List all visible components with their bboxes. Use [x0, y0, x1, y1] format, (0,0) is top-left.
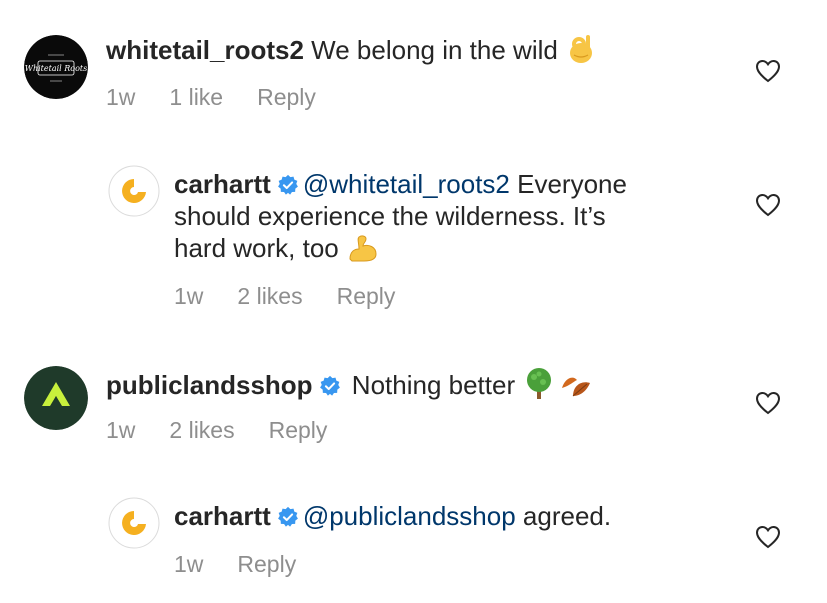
- reply-button[interactable]: Reply: [269, 417, 328, 443]
- comment-body-line3: hard work, too: [174, 233, 339, 263]
- heart-icon[interactable]: [755, 525, 781, 549]
- comment-body: Nothing better: [344, 370, 516, 400]
- comment-body: We belong in the wild: [303, 35, 558, 65]
- comment-time: 1w: [106, 84, 136, 110]
- comment-time: 1w: [174, 283, 204, 309]
- verified-badge-icon: [277, 506, 298, 527]
- fallen-leaf-emoji-icon: [559, 370, 593, 407]
- like-count[interactable]: 1 like: [169, 84, 223, 110]
- verified-badge-icon: [319, 375, 340, 396]
- comment-text: whitetail_roots2 We belong in the wild: [106, 33, 596, 72]
- avatar-carhartt[interactable]: [108, 497, 160, 549]
- comment-meta: 1w Reply: [174, 550, 330, 578]
- comment-body: agreed.: [515, 501, 612, 531]
- comment-meta: 1w 2 likes Reply: [174, 282, 429, 310]
- comment-username[interactable]: publiclandsshop: [106, 370, 313, 400]
- ok-hand-emoji-icon: [566, 33, 596, 72]
- comment-body-line2: should experience the wilderness. It’s: [174, 201, 606, 231]
- reply-button[interactable]: Reply: [237, 551, 296, 577]
- comment-meta: 1w 1 like Reply: [106, 83, 350, 111]
- comment-time: 1w: [174, 551, 204, 577]
- comment-meta: 1w 2 likes Reply: [106, 416, 361, 444]
- comment-text: carhartt @publiclandsshop agreed.: [174, 500, 611, 532]
- mention-link[interactable]: @whitetail_roots2: [303, 169, 510, 199]
- mention-link[interactable]: @publiclandsshop: [303, 501, 516, 531]
- comment-text: publiclandsshop Nothing better: [106, 366, 593, 407]
- avatar-publiclandsshop[interactable]: [24, 366, 88, 430]
- comment-text: carhartt @whitetail_roots2 Everyone shoul…: [174, 168, 734, 270]
- comment-username[interactable]: whitetail_roots2: [106, 35, 304, 65]
- reply-button[interactable]: Reply: [337, 283, 396, 309]
- avatar-carhartt[interactable]: [108, 165, 160, 217]
- carhartt-logo-icon: [108, 165, 160, 217]
- svg-text:Whitetail Roots: Whitetail Roots: [25, 64, 88, 73]
- carhartt-logo-icon: [108, 497, 160, 549]
- deciduous-tree-emoji-icon: [523, 366, 555, 407]
- reply-button[interactable]: Reply: [257, 84, 316, 110]
- heart-icon[interactable]: [755, 59, 781, 83]
- comment-username[interactable]: carhartt: [174, 501, 271, 531]
- verified-badge-icon: [277, 174, 298, 195]
- comment-body-line1: Everyone: [509, 169, 627, 199]
- publiclands-logo-icon: [24, 366, 88, 430]
- heart-icon[interactable]: [755, 193, 781, 217]
- like-count[interactable]: 2 likes: [237, 283, 302, 309]
- flexed-biceps-emoji-icon: [347, 233, 379, 270]
- avatar-whitetail-roots2[interactable]: Whitetail Roots: [24, 35, 88, 99]
- comment-time: 1w: [106, 417, 136, 443]
- comment-username[interactable]: carhartt: [174, 169, 271, 199]
- whitetail-logo-icon: Whitetail Roots: [24, 35, 88, 99]
- like-count[interactable]: 2 likes: [169, 417, 234, 443]
- heart-icon[interactable]: [755, 391, 781, 415]
